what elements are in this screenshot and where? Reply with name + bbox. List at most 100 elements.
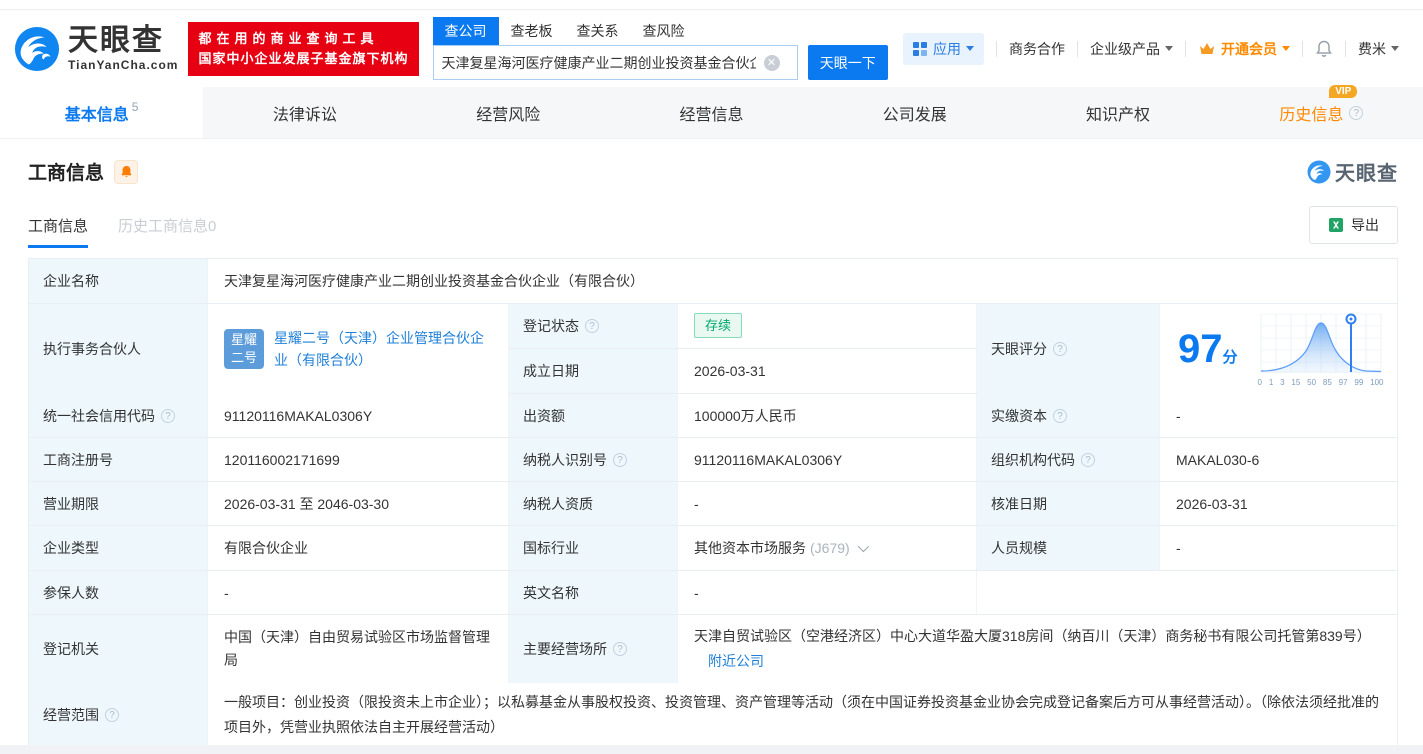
- status-badge: 存续: [694, 313, 743, 339]
- partner-avatar[interactable]: 星耀二号: [224, 329, 264, 369]
- nav-divider: [1302, 40, 1303, 57]
- help-icon[interactable]: ?: [1053, 342, 1067, 356]
- english-name-value: -: [678, 571, 977, 614]
- section-title: 工商信息: [28, 163, 105, 184]
- nav-divider: [1185, 40, 1186, 57]
- clear-search-icon[interactable]: ✕: [763, 54, 780, 71]
- search-tab-boss[interactable]: 查老板: [499, 17, 565, 45]
- reg-authority-value: 中国（天津）自由贸易试验区市场监督管理局: [208, 615, 509, 683]
- tab-operation-info[interactable]: 经营信息: [610, 87, 813, 138]
- section-header: 工商信息 天眼查: [28, 157, 1398, 186]
- business-address-value: 天津自贸试验区（空港经济区）中心大道华盈大厦318房间（纳百川（天津）商务秘书有…: [694, 628, 1371, 644]
- nav-cooperation[interactable]: 商务合作: [1009, 39, 1065, 59]
- help-icon[interactable]: ?: [1053, 408, 1067, 423]
- watermark-text: 天眼查: [1335, 163, 1398, 185]
- business-scope-value: 一般项目：创业投资（限投资未上市企业）；以私募基金从事股权投资、投资管理、资产管…: [208, 683, 1397, 746]
- logo-domain: TianYanCha.com: [68, 57, 179, 72]
- executive-partner-label: 执行事务合伙人: [29, 304, 208, 394]
- industry-value-cell: 其他资本市场服务 (J679): [678, 526, 977, 570]
- business-scope-label-cell: 经营范围 ?: [29, 683, 208, 746]
- search-tab-relation[interactable]: 查关系: [565, 17, 631, 45]
- tab-basic-info[interactable]: 基本信息 5: [0, 87, 204, 138]
- org-code-label-cell: 组织机构代码 ?: [977, 438, 1160, 481]
- subtab-history-business-info[interactable]: 历史工商信息0: [118, 215, 216, 248]
- credit-code-value: 91120116MAKAL0306Y: [208, 394, 509, 437]
- company-name-label: 企业名称: [29, 259, 208, 303]
- tab-history-info[interactable]: 历史信息 VIP ?: [1220, 84, 1423, 138]
- contribution-label: 出资额: [509, 394, 678, 437]
- search-input[interactable]: [433, 46, 764, 79]
- credit-code-label-cell: 统一社会信用代码 ?: [29, 394, 208, 437]
- search-tab-company[interactable]: 查公司: [432, 17, 499, 45]
- score-distribution-chart: 0 1 3 15 50 85 97 99 100: [1258, 312, 1384, 387]
- search-tab-risk[interactable]: 查风险: [631, 17, 697, 45]
- apps-grid-icon: [913, 41, 927, 56]
- table-row: 企业类型 有限合伙企业 国标行业 其他资本市场服务 (J679) 人员规模 -: [29, 526, 1397, 571]
- help-icon[interactable]: ?: [613, 452, 627, 467]
- nav-divider: [1345, 40, 1346, 57]
- subtab-business-info[interactable]: 工商信息: [28, 215, 89, 248]
- nav-user-menu[interactable]: 费米: [1358, 39, 1399, 59]
- nav-username: 费米: [1358, 40, 1386, 57]
- tick-label: 99: [1354, 377, 1364, 387]
- business-scope-label: 经营范围: [43, 706, 99, 723]
- subscribe-bell-icon[interactable]: [114, 159, 139, 184]
- table-row: 统一社会信用代码 ? 91120116MAKAL0306Y 出资额 100000…: [29, 394, 1397, 438]
- tyc-score-label: 天眼评分: [991, 341, 1047, 357]
- tianyancha-logo[interactable]: 天眼查 TianYanCha.com: [14, 25, 179, 72]
- nearby-companies-link[interactable]: 附近公司: [708, 653, 764, 669]
- english-name-label: 英文名称: [509, 571, 678, 614]
- tab-intellectual-property[interactable]: 知识产权: [1016, 87, 1219, 138]
- help-icon[interactable]: ?: [613, 642, 627, 656]
- taxpayer-id-label: 纳税人识别号: [523, 451, 607, 468]
- help-icon[interactable]: ?: [161, 408, 175, 423]
- top-nav: 应用 商务合作 企业级产品 开通会员 费米: [903, 32, 1399, 65]
- search-area: 查公司 查老板 查关系 查风险 ✕ 天眼一下: [432, 17, 888, 80]
- taxpayer-qualification-label: 纳税人资质: [509, 482, 678, 525]
- nav-enterprise[interactable]: 企业级产品: [1090, 39, 1173, 59]
- chevron-down-icon[interactable]: [857, 540, 869, 553]
- company-type-label: 企业类型: [29, 526, 208, 570]
- nav-divider: [996, 40, 997, 57]
- export-label: 导出: [1351, 217, 1379, 233]
- bell-curve-chart: [1260, 313, 1381, 373]
- taxpayer-qualification-value: -: [678, 482, 977, 525]
- search-row: ✕ 天眼一下: [432, 45, 888, 80]
- crown-icon: [1200, 42, 1214, 54]
- reg-status-label: 登记状态: [523, 317, 579, 334]
- help-icon[interactable]: ?: [585, 318, 599, 333]
- tyc-score-cell[interactable]: 97分 0 1 3 15 50 85 97 99 100: [1160, 304, 1397, 394]
- empty-cell: [977, 571, 1397, 614]
- insured-count-label: 参保人数: [29, 571, 208, 614]
- top-divider: [0, 0, 1423, 10]
- score-unit: 分: [1222, 349, 1238, 366]
- help-icon[interactable]: ?: [1081, 452, 1095, 467]
- tab-history-info-label: 历史信息: [1279, 106, 1344, 124]
- vip-badge: VIP: [1329, 84, 1358, 98]
- credit-code-label: 统一社会信用代码: [43, 407, 155, 424]
- nav-open-vip[interactable]: 开通会员: [1198, 39, 1290, 59]
- staff-size-value: -: [1160, 526, 1397, 570]
- tab-legal-litigation[interactable]: 法律诉讼: [203, 87, 406, 138]
- tab-company-development[interactable]: 公司发展: [813, 87, 1016, 138]
- approval-date-label: 核准日期: [977, 482, 1160, 525]
- business-address-value-cell: 天津自贸试验区（空港经济区）中心大道华盈大厦318房间（纳百川（天津）商务秘书有…: [678, 615, 1397, 683]
- nav-divider: [1077, 40, 1078, 57]
- table-row: 参保人数 - 英文名称 -: [29, 571, 1397, 615]
- notification-bell-icon[interactable]: [1315, 40, 1333, 58]
- partner-link[interactable]: 星耀二号（天津）企业管理合伙企业（有限合伙）: [274, 327, 492, 371]
- tick-label: 0: [1257, 377, 1262, 387]
- nav-apps[interactable]: 应用: [903, 32, 984, 65]
- business-address-label-cell: 主要经营场所 ?: [509, 615, 678, 683]
- table-row: 执行事务合伙人 星耀二号 星耀二号（天津）企业管理合伙企业（有限合伙） 登记状态…: [29, 304, 1397, 394]
- help-icon[interactable]: ?: [105, 707, 119, 722]
- org-code-value: MAKAL030-6: [1160, 438, 1397, 481]
- tab-operation-risk[interactable]: 经营风险: [407, 87, 610, 138]
- export-button[interactable]: 导出: [1309, 206, 1398, 244]
- brand-slogan: 都在用的商业查询工具 国家中小企业发展子基金旗下机构: [188, 21, 419, 76]
- table-row: 成立日期 2026-03-31: [509, 348, 977, 393]
- search-button[interactable]: 天眼一下: [808, 45, 888, 80]
- help-icon[interactable]: ?: [1349, 105, 1364, 120]
- tick-label: 85: [1322, 377, 1332, 387]
- status-date-subgrid: 登记状态 ? 存续 成立日期 2026-03-31: [509, 304, 977, 393]
